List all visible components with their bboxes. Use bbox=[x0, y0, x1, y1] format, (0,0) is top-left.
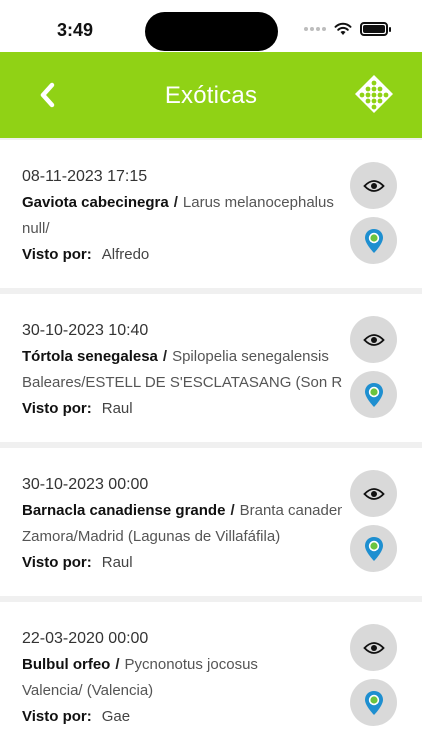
sighting-card: 22-03-2020 00:00 Bulbul orfeo / Pycnonotus… bbox=[0, 602, 422, 750]
view-details-button[interactable] bbox=[350, 162, 397, 209]
sighting-location: Baleares/ESTELL DE S'ESCLATASANG (Son Ro… bbox=[22, 374, 342, 391]
seen-by-label: Visto por: bbox=[22, 400, 92, 417]
common-name: Gaviota cabecinegra bbox=[22, 194, 169, 211]
sighting-location: Valencia/ (Valencia) bbox=[22, 682, 154, 699]
view-on-map-button[interactable] bbox=[350, 371, 397, 418]
view-on-map-button[interactable] bbox=[350, 679, 397, 726]
seen-by-label: Visto por: bbox=[22, 708, 92, 725]
sighting-card: 08-11-2023 17:15 Gaviota cabecinegra / Lar… bbox=[0, 140, 422, 288]
name-separator: / bbox=[230, 502, 235, 519]
dots-diamond-logo-icon[interactable] bbox=[354, 74, 394, 114]
sighting-details: 08-11-2023 17:15 Gaviota cabecinegra / Lar… bbox=[22, 164, 342, 268]
species-line: Tórtola senegalesa / Spilopelia senegalens… bbox=[22, 344, 342, 370]
common-name: Tórtola senegalesa bbox=[22, 348, 158, 365]
eye-icon bbox=[362, 179, 385, 192]
scientific-name: Pycnonotus jocosus bbox=[124, 656, 258, 673]
sighting-location: Zamora/Madrid (Lagunas de Villafáfila) bbox=[22, 528, 281, 545]
sighting-date: 30-10-2023 00:00 bbox=[22, 476, 149, 493]
sighting-date: 08-11-2023 17:15 bbox=[22, 168, 148, 185]
app-bar: Exóticas bbox=[0, 52, 422, 138]
cellular-signal-icon bbox=[304, 27, 326, 31]
eye-icon bbox=[362, 487, 385, 500]
species-line: Barnacla canadiense grande / Branta canade… bbox=[22, 498, 342, 524]
seen-by-line: Visto por: Alfredo bbox=[22, 242, 342, 268]
dynamic-island bbox=[145, 12, 278, 51]
seen-by-name: Gae bbox=[101, 708, 131, 725]
view-on-map-button[interactable] bbox=[350, 525, 397, 572]
view-on-map-button[interactable] bbox=[350, 217, 397, 264]
sighting-details: 30-10-2023 00:00 Barnacla canadiense gra… bbox=[22, 472, 342, 576]
view-details-button[interactable] bbox=[350, 470, 397, 517]
map-pin-icon bbox=[364, 382, 383, 407]
sighting-card: 30-10-2023 00:00 Barnacla canadiense gra… bbox=[0, 448, 422, 596]
sighting-details: 22-03-2020 00:00 Bulbul orfeo / Pycnonotus… bbox=[22, 626, 342, 730]
map-pin-icon bbox=[364, 228, 383, 253]
view-details-button[interactable] bbox=[350, 316, 397, 363]
name-separator: / bbox=[115, 656, 120, 673]
seen-by-label: Visto por: bbox=[22, 554, 92, 571]
wifi-icon bbox=[334, 22, 352, 35]
battery-icon bbox=[360, 22, 391, 36]
common-name: Barnacla canadiense grande bbox=[22, 502, 226, 519]
common-name: Bulbul orfeo bbox=[22, 656, 111, 673]
eye-icon bbox=[362, 641, 385, 654]
view-details-button[interactable] bbox=[350, 624, 397, 671]
sighting-details: 30-10-2023 10:40 Tórtola senegalesa / Spil… bbox=[22, 318, 342, 422]
species-line: Gaviota cabecinegra / Larus melanocephalus bbox=[22, 190, 342, 216]
scientific-name: Spilopelia senegalensis bbox=[172, 348, 329, 365]
seen-by-line: Visto por: Raul bbox=[22, 550, 342, 576]
seen-by-name: Alfredo bbox=[101, 246, 150, 263]
eye-icon bbox=[362, 333, 385, 346]
map-pin-icon bbox=[364, 536, 383, 561]
seen-by-line: Visto por: Gae bbox=[22, 704, 342, 730]
name-separator: / bbox=[173, 194, 178, 211]
scientific-name: Larus melanocephalus bbox=[182, 194, 334, 211]
status-icons bbox=[304, 22, 391, 36]
seen-by-line: Visto por: Raul bbox=[22, 396, 342, 422]
sighting-location: null/ bbox=[22, 220, 50, 237]
status-time: 3:49 bbox=[57, 20, 94, 40]
status-bar: 3:49 bbox=[0, 0, 422, 52]
map-pin-icon bbox=[364, 690, 383, 715]
seen-by-label: Visto por: bbox=[22, 246, 92, 263]
scientific-name: Branta canadensis bbox=[239, 502, 342, 519]
sighting-card: 30-10-2023 10:40 Tórtola senegalesa / Spil… bbox=[0, 294, 422, 442]
species-line: Bulbul orfeo / Pycnonotus jocosus bbox=[22, 652, 342, 678]
sighting-date: 30-10-2023 10:40 bbox=[22, 322, 149, 339]
sighting-date: 22-03-2020 00:00 bbox=[22, 630, 149, 647]
seen-by-name: Raul bbox=[101, 400, 133, 417]
seen-by-name: Raul bbox=[101, 554, 133, 571]
name-separator: / bbox=[162, 348, 168, 365]
